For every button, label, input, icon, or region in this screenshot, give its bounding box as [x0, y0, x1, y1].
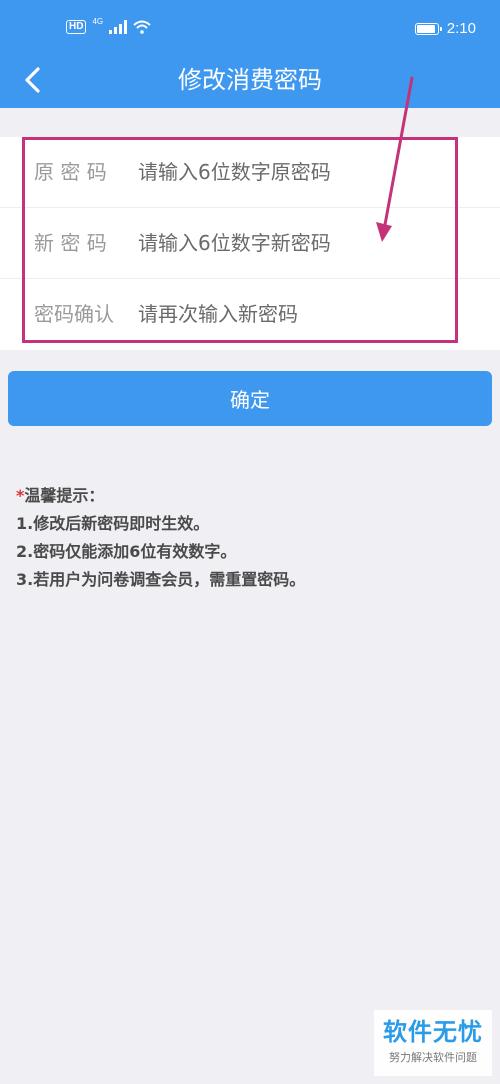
form-row-new-password: 新 密 码 [0, 208, 500, 279]
clock: 2:10 [446, 20, 476, 37]
status-bar-right: 2:10 [414, 20, 476, 37]
password-form: 原 密 码 新 密 码 密码确认 [0, 137, 500, 350]
page-title: 修改消费密码 [178, 66, 322, 94]
network-type: 4G [92, 16, 104, 26]
status-bar: HD 4G 2:10 [0, 0, 500, 50]
battery-icon [414, 22, 442, 35]
confirm-button[interactable]: 确定 [8, 371, 492, 426]
tip-item: 1.修改后新密码即时生效。 [16, 514, 210, 533]
status-bar-left: HD 4G [66, 16, 151, 34]
old-password-label: 原 密 码 [34, 160, 107, 184]
watermark-logo: 软件无忧 努力解决软件问题 [374, 1010, 492, 1076]
new-password-label: 新 密 码 [34, 231, 107, 255]
tips-title-text: 温馨提示： [24, 486, 105, 505]
battery-level [416, 24, 435, 33]
wifi-icon [133, 20, 151, 34]
tips-section: *温馨提示： 1.修改后新密码即时生效。 2.密码仅能添加6位有效数字。 3.若… [16, 482, 486, 594]
tip-item: 2.密码仅能添加6位有效数字。 [16, 542, 237, 561]
hd-badge: HD [66, 20, 87, 34]
tip-item: 3.若用户为问卷调查会员，需重置密码。 [16, 570, 306, 589]
signal-icon [109, 20, 128, 34]
watermark-main-text: 软件无忧 [383, 1018, 483, 1046]
tips-title: *温馨提示： [16, 482, 486, 510]
confirm-password-input[interactable] [138, 291, 458, 337]
form-row-confirm-password: 密码确认 [0, 279, 500, 350]
new-password-input[interactable] [138, 220, 458, 266]
form-row-old-password: 原 密 码 [0, 137, 500, 208]
app-header: HD 4G 2:10 修改消费密码 [0, 0, 500, 108]
old-password-input[interactable] [138, 149, 458, 195]
watermark-sub-text: 努力解决软件问题 [389, 1051, 477, 1064]
confirm-password-label: 密码确认 [34, 302, 114, 326]
